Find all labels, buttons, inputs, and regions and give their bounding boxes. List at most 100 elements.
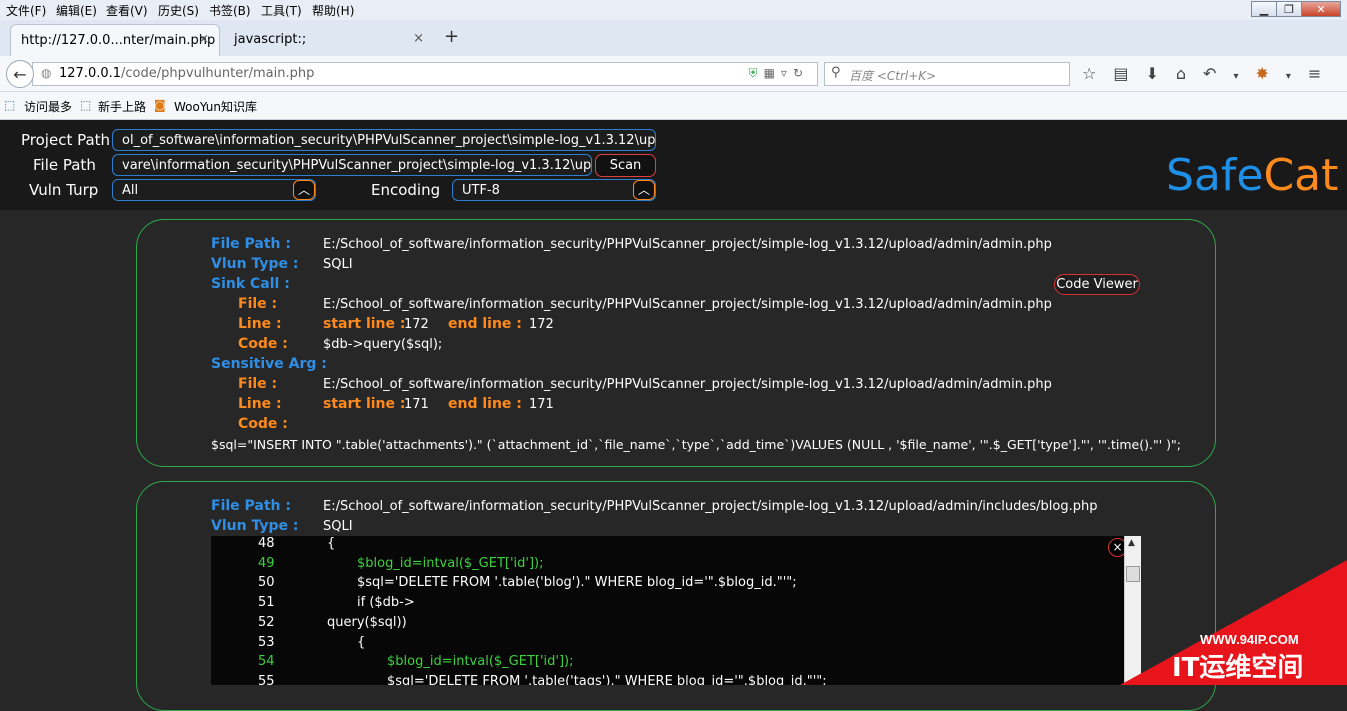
tab-javascript[interactable]: javascript:; × [224,24,434,56]
bookmark-star-icon[interactable]: ☆ [1082,64,1113,83]
bookmark-getting-started[interactable]: 新手上路 [98,98,146,115]
start-line-value: 172 [404,317,429,332]
scan-button[interactable]: Scan [595,154,656,177]
sink-file-key: File : [238,296,278,312]
menu-history[interactable]: 历史(S) [158,2,199,19]
start-line-key: start line : [323,316,406,332]
menu-file[interactable]: 文件(F) [6,2,46,19]
start-line-value: 171 [404,397,429,412]
project-path-label: Project Path [21,131,111,149]
encoding-label: Encoding [371,181,441,199]
sensitive-arg-key: Sensitive Arg : [211,356,327,372]
svg-text:IT运维空间: IT运维空间 [1172,652,1303,683]
search-input[interactable]: ⚲ 百度 <Ctrl+K> [824,62,1070,86]
bookmark-wooyun[interactable]: WooYun知识库 [174,98,257,115]
dropdown-icon: ▿ [780,66,793,80]
end-line-key: end line : [448,316,522,332]
addon-icon[interactable]: ✸ [1255,64,1285,83]
chevron-down-icon[interactable]: ▾ [1233,71,1255,82]
vuln-type-select[interactable]: All [112,179,316,201]
encoding-select[interactable]: UTF-8 [452,179,656,201]
rss-icon: ◙ [154,98,166,112]
vuln-type-key: Vlun Type : [211,256,299,272]
sink-call-key: Sink Call : [211,276,290,292]
arg-line-key: Line : [238,396,282,412]
menu-view[interactable]: 查看(V) [106,2,148,19]
code-line-number: 50 [258,575,275,591]
watermark: WWW.94IP.COM IT运维空间 [1120,560,1347,685]
code-line-number: 55 [258,673,275,685]
vuln-type-key: Vlun Type : [211,518,299,534]
code-line-number: 52 [258,614,275,630]
file-path-input[interactable]: vare\information_security\PHPVulScanner_… [112,154,592,176]
file-path-value: E:/School_of_software/information_securi… [323,499,1098,514]
code-line: $blog_id=intval($_GET['id']); [357,555,544,571]
maximize-button[interactable]: ❐ [1276,1,1302,17]
navigation-bar: ◍ 127.0.0.1/code/phpvulhunter/main.php ⛨… [0,56,1347,92]
chevron-down-icon[interactable]: ▾ [1286,71,1308,82]
code-line: if ($db-> [357,595,415,611]
bookmark-folder-icon: ⬚ [4,98,16,112]
file-path-value: E:/School_of_software/information_securi… [323,237,1052,252]
tab-close-icon[interactable]: × [413,31,424,46]
url-action-icons[interactable]: ⛨▦▿↻ [749,66,809,81]
code-line-number: 51 [258,595,275,611]
minimize-button[interactable]: ▁ [1251,1,1277,17]
back-arrow-icon: ← [13,64,27,84]
svg-text:WWW.94IP.COM: WWW.94IP.COM [1200,632,1299,647]
reload-icon: ↻ [792,66,809,80]
new-tab-button[interactable]: + [444,26,459,47]
arg-file-value: E:/School_of_software/information_securi… [323,377,1052,392]
reading-list-icon[interactable]: ▤ [1113,64,1145,83]
sink-code-key: Code : [238,336,288,352]
code-line-number: 48 [258,536,275,551]
menu-help[interactable]: 帮助(H) [312,2,354,19]
file-path-key: File Path : [211,236,291,252]
vuln-type-value: SQLI [323,519,353,534]
menu-edit[interactable]: 编辑(E) [56,2,97,19]
code-line: $blog_id=intval($_GET['id']); [387,654,574,670]
vuln-type-label: Vuln Turp [29,181,99,199]
shield-icon: ⛨ [748,66,764,80]
tab-close-icon[interactable]: × [198,32,209,47]
window-close-button[interactable]: ✕ [1301,1,1341,17]
project-path-input[interactable]: ol_of_software\information_security\PHPV… [112,129,656,151]
chevron-up-icon[interactable]: ︿ [633,180,655,200]
sink-line-key: Line : [238,316,282,332]
code-line-number: 49 [258,555,275,571]
end-line-value: 172 [529,317,554,332]
tab-label: http://127.0.0...nter/main.php [21,33,216,48]
start-line-key: start line : [323,396,406,412]
back-button[interactable]: ← [6,60,34,88]
search-placeholder: 百度 <Ctrl+K> [849,69,937,83]
tab-main[interactable]: http://127.0.0...nter/main.php × [10,24,220,56]
code-line: $sql='DELETE FROM '.table('tags')." WHER… [387,673,827,685]
menu-tools[interactable]: 工具(T) [261,2,302,19]
file-path-label: File Path [33,156,96,174]
address-bar[interactable]: ◍ 127.0.0.1/code/phpvulhunter/main.php ⛨… [32,62,818,86]
code-viewer-button[interactable]: Code Viewer [1054,274,1140,295]
file-path-key: File Path : [211,498,291,514]
download-icon[interactable]: ⬇ [1145,64,1175,83]
url-host: 127.0.0.1 [59,66,122,81]
tab-bar: http://127.0.0...nter/main.php × javascr… [0,20,1347,56]
home-icon[interactable]: ⌂ [1176,64,1203,83]
code-line-number: 54 [258,654,275,670]
menu-icon[interactable]: ≡ [1308,64,1338,83]
code-line: { [327,536,336,551]
menu-bookmarks[interactable]: 书签(B) [209,2,251,19]
vuln-type-value: SQLI [323,257,353,272]
globe-icon: ◍ [41,66,52,80]
sink-code-value: $db->query($sql); [323,337,443,352]
bookmarks-bar: ⬚ 访问最多 ⬚ 新手上路 ◙ WooYun知识库 [0,92,1347,120]
toolbar-icons: ☆▤⬇⌂↶▾✸▾≡ [1082,64,1338,83]
code-line: { [357,634,366,650]
chevron-up-icon[interactable]: ︿ [293,180,315,200]
bookmark-most-visited[interactable]: 访问最多 [24,98,72,115]
code-line: $sql='DELETE FROM '.table('blog')." WHER… [357,575,797,591]
menu-bar: 文件(F) 编辑(E) 查看(V) 历史(S) 书签(B) 工具(T) 帮助(H… [0,0,1347,20]
tab-label: javascript:; [234,32,307,47]
undo-icon[interactable]: ↶ [1203,64,1233,83]
sink-file-value: E:/School_of_software/information_securi… [323,297,1052,312]
arg-code-value: $sql="INSERT INTO ".table('attachments')… [211,437,1181,452]
